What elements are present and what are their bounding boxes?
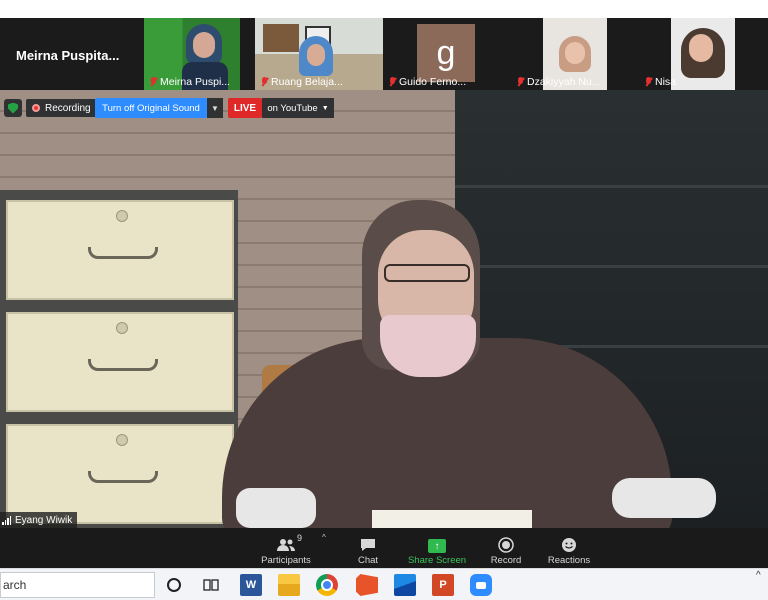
speaker-mask [380, 315, 476, 377]
drawer-cabinet [0, 190, 238, 528]
recording-indicator[interactable]: Recording [26, 99, 97, 117]
active-speaker-video [0, 90, 768, 528]
participant-label: Dzakiyyah Nu... [517, 76, 601, 88]
taskbar-search-box[interactable]: arch [0, 572, 155, 598]
share-screen-icon: ↑ [428, 539, 446, 553]
participants-label: Participants [261, 555, 311, 566]
participants-count: 9 [297, 533, 303, 543]
participant-label: Nisa [645, 76, 676, 88]
muted-mic-icon [389, 77, 396, 87]
participants-button[interactable]: Participants [251, 530, 321, 566]
participant-name: Ruang Belaja... [271, 76, 343, 88]
active-speaker-name: Eyang Wiwik [15, 514, 73, 526]
office-icon[interactable] [356, 574, 378, 596]
muted-mic-icon [150, 77, 157, 87]
search-text: arch [3, 578, 27, 592]
participant-thumbnail-strip: Meirna Puspita... Meirna Puspi... Ruang … [0, 18, 768, 90]
record-icon [497, 537, 515, 553]
chat-button[interactable]: Chat [333, 530, 403, 566]
zoom-meeting-window: Meirna Puspita... Meirna Puspi... Ruang … [0, 0, 768, 600]
windows-taskbar: arch W P [0, 568, 768, 600]
paper [372, 510, 532, 528]
live-target-label: on YouTube [267, 102, 318, 114]
participant-name-large: Meirna Puspita... [16, 48, 120, 63]
wall-board [455, 265, 768, 268]
participant-label: Meirna Puspi... [150, 76, 230, 88]
wall-board [455, 185, 768, 188]
cortana-icon[interactable] [163, 574, 185, 596]
thumbnail-tile[interactable]: Nisa [639, 18, 768, 90]
record-button[interactable]: Record [471, 530, 541, 566]
chat-icon [359, 537, 377, 553]
reactions-icon [560, 537, 578, 553]
photos-icon[interactable] [394, 574, 416, 596]
participant-video [671, 18, 735, 90]
security-shield-icon[interactable] [4, 99, 22, 117]
file-explorer-icon[interactable] [278, 574, 300, 596]
share-screen-label: Share Screen [407, 555, 467, 566]
drawer [6, 312, 234, 412]
live-badge[interactable]: LIVE [228, 98, 262, 118]
participant-name: Guido Ferno... [399, 76, 467, 88]
thumbnail-tile[interactable]: g Guido Ferno... [383, 18, 511, 90]
participant-avatar: g [417, 24, 475, 82]
powerpoint-icon[interactable]: P [432, 574, 454, 596]
task-view-icon[interactable] [200, 574, 222, 596]
speaker-sleeve [236, 488, 316, 528]
share-screen-button[interactable]: ↑ Share Screen [402, 530, 472, 566]
muted-mic-icon [517, 77, 524, 87]
muted-mic-icon [645, 77, 652, 87]
drawer [6, 424, 234, 524]
zoom-app-icon[interactable] [470, 574, 492, 596]
participants-icon [277, 537, 295, 553]
muted-mic-icon [261, 77, 268, 87]
record-label: Record [490, 555, 522, 566]
meeting-toolbar: Participants Chat ↑ Share Screen Record … [0, 528, 768, 568]
participant-name: Meirna Puspi... [160, 76, 231, 88]
word-app-icon[interactable]: W [240, 574, 262, 596]
participant-name: Dzakiyyah Nu... [527, 76, 601, 88]
thumbnail-tile[interactable]: Ruang Belaja... [255, 18, 383, 90]
original-sound-button[interactable]: Turn off Original Sound [95, 98, 207, 118]
chevron-up-icon[interactable]: ^ [322, 533, 326, 542]
recording-label: Recording [45, 102, 91, 114]
chrome-icon[interactable] [316, 574, 338, 596]
speaker-arm [612, 478, 716, 518]
chevron-up-icon[interactable]: ^ [756, 570, 761, 581]
chevron-down-icon[interactable]: ▼ [207, 98, 223, 118]
participant-label: Ruang Belaja... [261, 76, 343, 88]
active-speaker-label: Eyang Wiwik [0, 512, 78, 528]
recording-dot-icon [32, 104, 40, 112]
drawer [6, 200, 234, 300]
speaker-glasses [384, 264, 470, 282]
chevron-down-icon: ▼ [321, 104, 329, 112]
reactions-button[interactable]: Reactions [534, 530, 604, 566]
participant-name: Nisa [655, 76, 677, 88]
chat-label: Chat [357, 555, 379, 566]
participant-label: Guido Ferno... [389, 76, 466, 88]
signal-bars-icon [2, 515, 11, 525]
thumbnail-tile[interactable]: Dzakiyyah Nu... [511, 18, 639, 90]
thumbnail-tile[interactable]: Meirna Puspi... [144, 18, 240, 90]
thumbnail-tile[interactable]: Meirna Puspita... [0, 18, 140, 90]
reactions-label: Reactions [547, 555, 591, 566]
live-target-dropdown[interactable]: on YouTube ▼ [262, 98, 334, 118]
